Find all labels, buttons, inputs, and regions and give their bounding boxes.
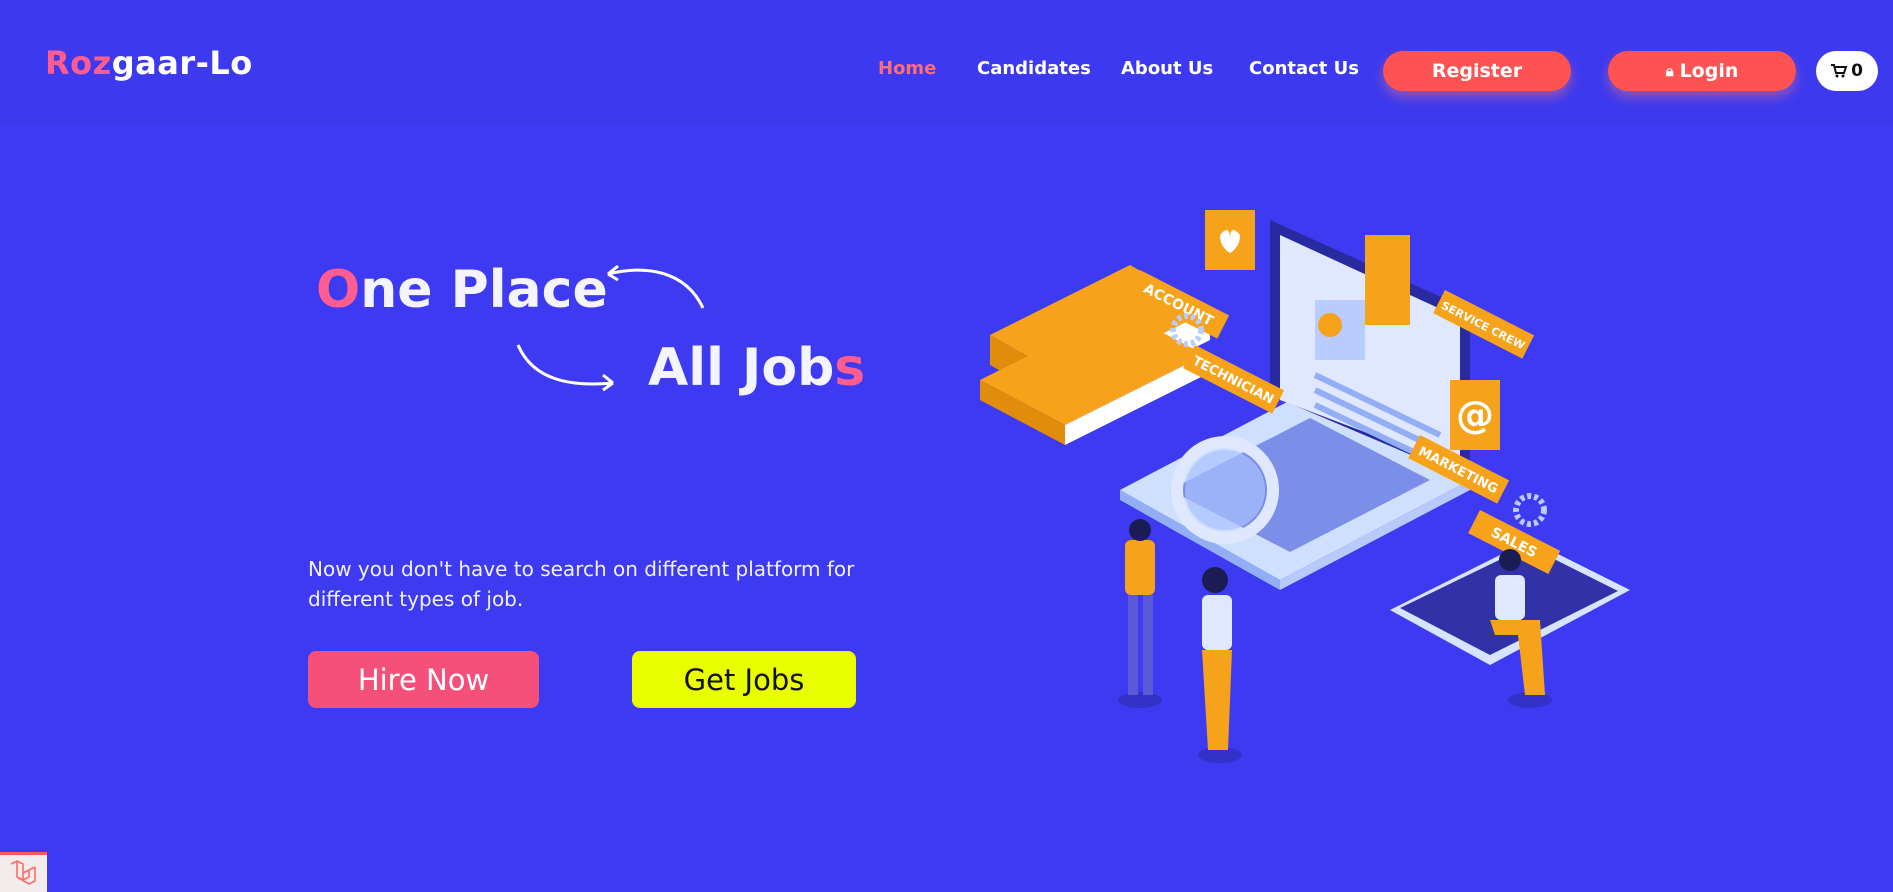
hire-now-button[interactable]: Hire Now <box>308 651 539 708</box>
cart-icon <box>1831 64 1848 78</box>
cart-button[interactable]: 0 <box>1816 51 1878 91</box>
get-jobs-button[interactable]: Get Jobs <box>632 651 856 708</box>
hero-line-2: All Jobs <box>648 338 865 398</box>
hero-description: Now you don't have to search on differen… <box>308 557 855 611</box>
login-label: Login <box>1679 60 1739 82</box>
site-logo[interactable]: Rozgaar-Lo <box>45 44 253 82</box>
logo-part-1: Roz <box>45 44 112 82</box>
curved-arrow-top-icon <box>607 264 705 309</box>
hero-line-1-first-letter: O <box>316 260 361 320</box>
at-symbol-icon: @ <box>1456 393 1494 437</box>
hero-line-2-last-letter: s <box>834 338 866 398</box>
cart-count: 0 <box>1851 61 1863 81</box>
hero-line-1-rest: ne Place <box>360 260 608 320</box>
logo-part-2: gaar-Lo <box>111 44 253 82</box>
nav-contact-us[interactable]: Contact Us <box>1249 58 1359 79</box>
nav-candidates[interactable]: Candidates <box>977 58 1091 79</box>
curved-arrow-bottom-icon <box>516 344 614 392</box>
laravel-icon <box>10 860 36 885</box>
lock-icon: 🔒︎ <box>1665 62 1674 80</box>
nav-about-us[interactable]: About Us <box>1121 58 1213 79</box>
register-button[interactable]: Register <box>1383 51 1571 91</box>
framework-badge[interactable] <box>0 852 47 892</box>
login-button[interactable]: 🔒︎ Login <box>1608 51 1796 91</box>
hero-line-1: One Place <box>316 260 608 320</box>
nav-home[interactable]: Home <box>878 58 936 79</box>
top-navbar <box>0 0 1893 120</box>
hero-line-2-main: All Job <box>648 338 835 398</box>
job-search-illustration: @ ACCOUNT TECHNICIAN SERVICE CREW MARKET… <box>980 210 1630 763</box>
